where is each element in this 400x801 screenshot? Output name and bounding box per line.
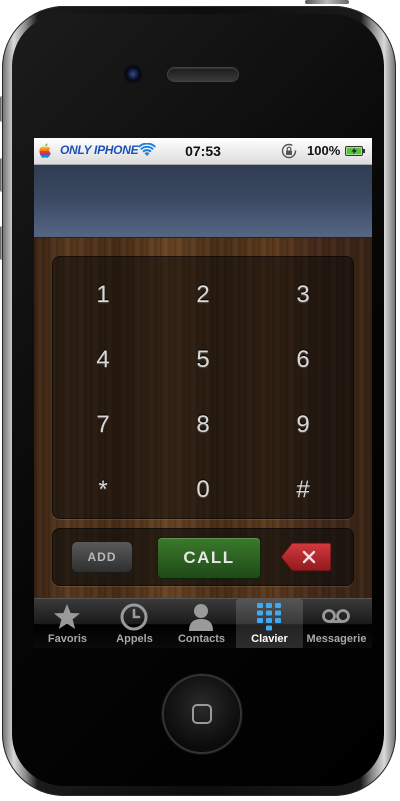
add-contact-button[interactable]: ADD	[72, 542, 132, 572]
keypad-grid: 1 2 3 4 5 6 7 8 9 * 0 #	[52, 256, 354, 519]
dialed-number-display	[34, 165, 372, 238]
earpiece-speaker	[168, 68, 238, 81]
tab-appels[interactable]: Appels	[101, 599, 168, 648]
key-0[interactable]: 0	[153, 457, 253, 522]
key-1[interactable]: 1	[53, 262, 153, 327]
iphone-device: ONLY IPHONE 07:53 100% 1 2 3 4 5 6 7 8 9…	[0, 0, 400, 801]
star-icon	[54, 604, 80, 629]
key-6[interactable]: 6	[253, 327, 353, 392]
keypad-icon	[257, 603, 281, 631]
tab-label: Favoris	[47, 633, 88, 645]
call-button[interactable]: CALL	[158, 538, 260, 578]
tab-label: Messagerie	[306, 633, 367, 645]
key-5[interactable]: 5	[153, 327, 253, 392]
tab-label: Clavier	[251, 633, 288, 645]
battery-percentage: 100%	[307, 143, 341, 158]
home-button[interactable]	[164, 676, 240, 752]
dialer-action-bar: ADD CALL	[52, 528, 354, 586]
screen: ONLY IPHONE 07:53 100% 1 2 3 4 5 6 7 8 9…	[34, 138, 372, 648]
tab-bar: Favoris Appels Contacts Clavier Messager…	[34, 598, 372, 648]
key-2[interactable]: 2	[153, 262, 253, 327]
wood-keypad-panel: 1 2 3 4 5 6 7 8 9 * 0 # ADD CALL	[34, 238, 372, 598]
tab-favoris[interactable]: Favoris	[34, 599, 101, 648]
key-8[interactable]: 8	[153, 392, 253, 457]
front-camera	[125, 66, 141, 82]
battery-charging-icon	[345, 146, 365, 156]
key-hash[interactable]: #	[253, 457, 353, 522]
delete-backspace-button[interactable]	[280, 542, 332, 572]
tab-messagerie[interactable]: Messagerie	[303, 599, 370, 648]
key-3[interactable]: 3	[253, 262, 353, 327]
voicemail-icon	[322, 609, 350, 623]
home-square-icon	[192, 704, 212, 724]
clock-icon	[120, 603, 148, 631]
rotation-lock-icon	[281, 143, 297, 159]
person-icon	[189, 604, 213, 631]
tab-contacts[interactable]: Contacts	[168, 599, 235, 648]
key-4[interactable]: 4	[53, 327, 153, 392]
tab-label: Contacts	[177, 633, 226, 645]
tab-label: Appels	[116, 633, 153, 645]
status-bar: ONLY IPHONE 07:53 100%	[34, 138, 372, 165]
key-7[interactable]: 7	[53, 392, 153, 457]
tab-clavier[interactable]: Clavier	[236, 599, 303, 648]
key-star[interactable]: *	[53, 457, 153, 522]
key-9[interactable]: 9	[253, 392, 353, 457]
power-button	[305, 0, 349, 4]
